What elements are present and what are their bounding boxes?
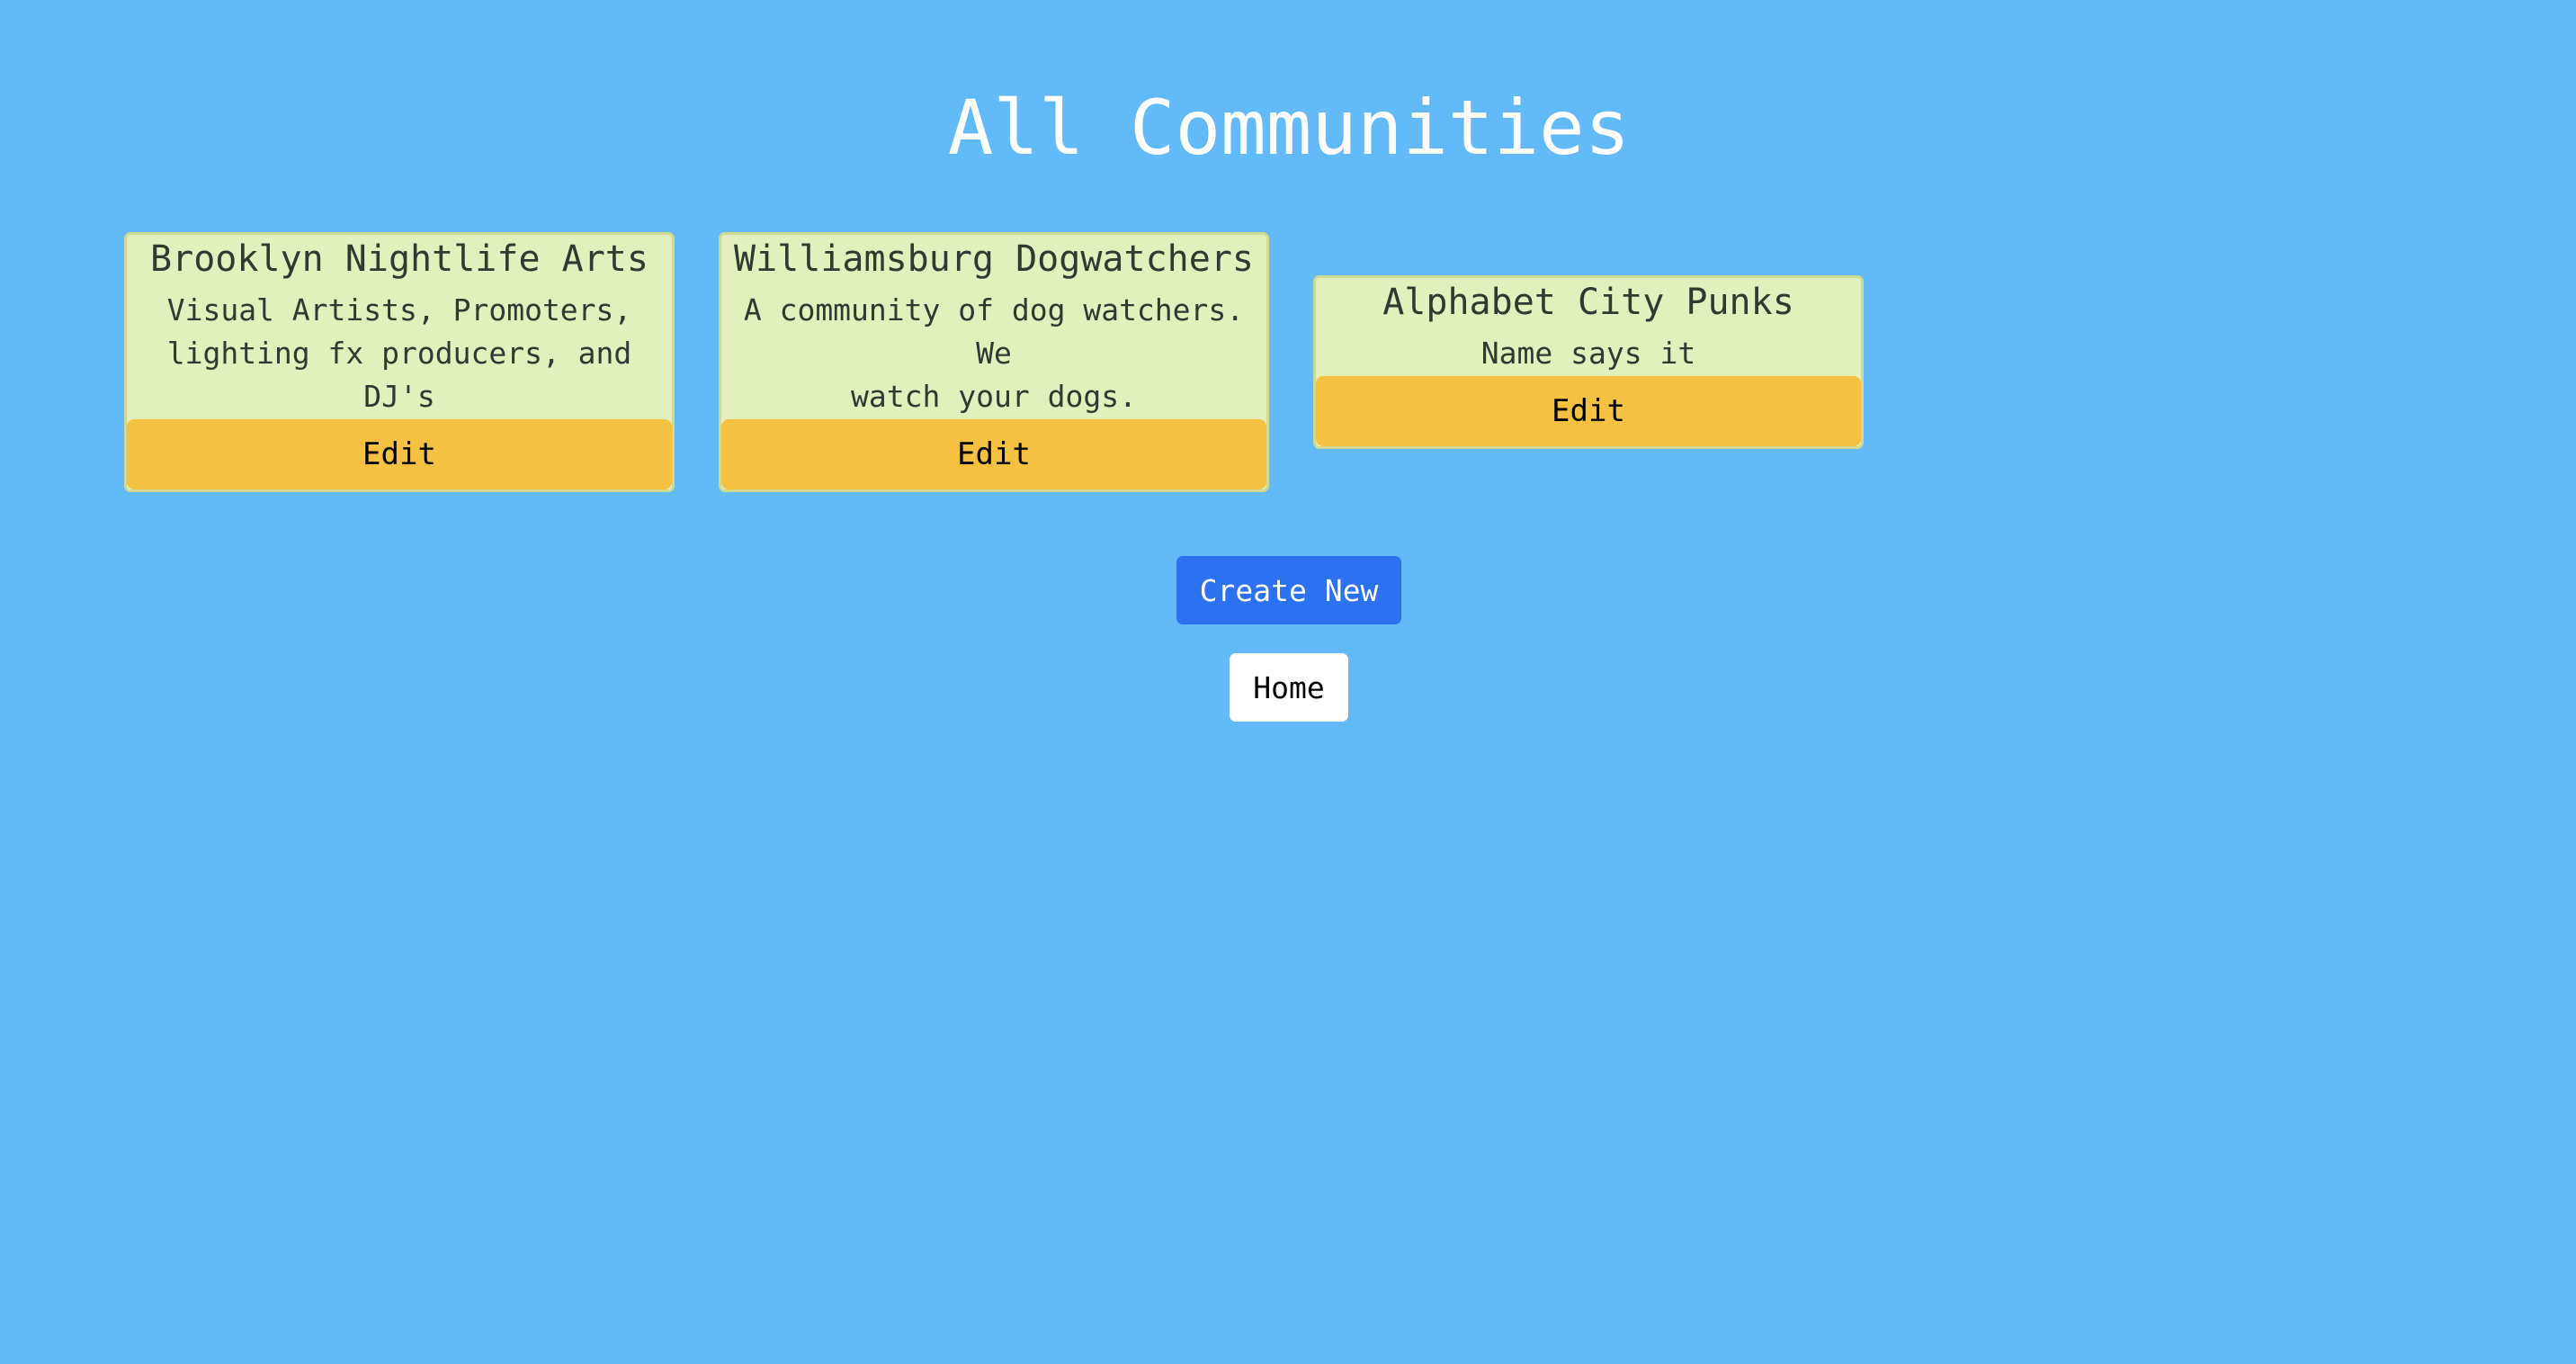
community-name: Alphabet City Punks — [1382, 281, 1794, 323]
community-card: Williamsburg Dogwatchers A community of … — [719, 231, 1269, 492]
edit-button[interactable]: Edit — [721, 418, 1266, 489]
community-name: Brooklyn Nightlife Arts — [150, 238, 648, 280]
community-description: A community of dog watchers. We watch yo… — [743, 292, 1245, 414]
page-title: All Communities — [947, 84, 1631, 172]
community-card: Alphabet City Punks Name says it Edit — [1313, 274, 1864, 449]
edit-button[interactable]: Edit — [1316, 375, 1861, 446]
home-button[interactable]: Home — [1230, 653, 1348, 722]
edit-button[interactable]: Edit — [127, 418, 672, 489]
create-new-button[interactable]: Create New — [1176, 556, 1402, 624]
community-list: Brooklyn Nightlife Arts Visual Artists, … — [124, 231, 1864, 492]
community-card: Brooklyn Nightlife Arts Visual Artists, … — [124, 231, 675, 492]
community-name: Williamsburg Dogwatchers — [734, 238, 1254, 280]
community-description: Visual Artists, Promoters, lighting fx p… — [166, 292, 632, 414]
community-description: Name says it — [1480, 335, 1696, 371]
page-actions: Create New Home — [0, 556, 2576, 722]
